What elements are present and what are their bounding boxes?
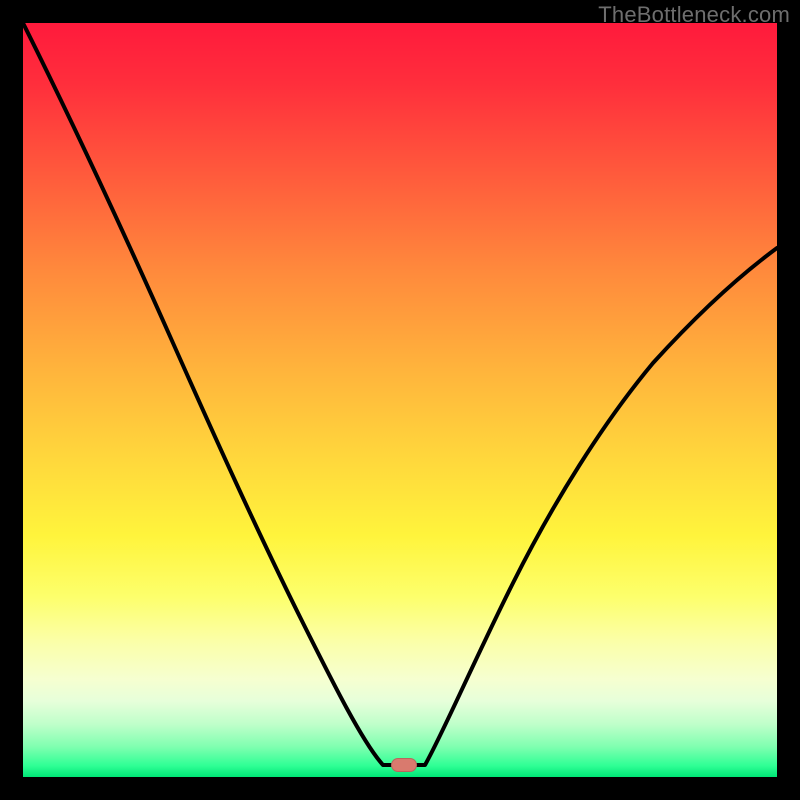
chart-frame: TheBottleneck.com xyxy=(0,0,800,800)
bottleneck-curve xyxy=(23,23,777,777)
watermark-text: TheBottleneck.com xyxy=(598,2,790,28)
plot-area xyxy=(23,23,777,777)
optimal-marker xyxy=(391,758,417,772)
